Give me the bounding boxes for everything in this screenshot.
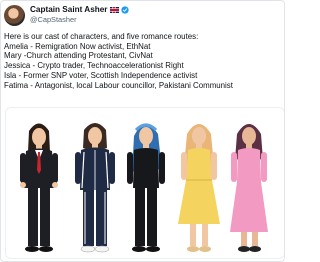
character-jessica	[127, 123, 165, 252]
character-fatima	[230, 124, 268, 252]
tweet-line: Fatima - Antagonist, local Labour counci…	[4, 80, 233, 90]
tweet-text: Here is our cast of characters, and five…	[4, 32, 284, 90]
tweet-line: Jessica - Crypto trader, Technoaccelerat…	[4, 61, 184, 71]
tweet-line: Amelia - Remigration Now activist, EthNa…	[4, 41, 151, 51]
tweet-line: Isla - Former SNP voter, Scottish Indepe…	[4, 70, 198, 80]
character-isla	[178, 124, 220, 252]
verified-badge-icon	[120, 6, 129, 14]
author-handle[interactable]: @CapStasher	[30, 15, 129, 25]
author-display-name[interactable]: Captain Saint Asher	[30, 5, 108, 15]
tweet-header: Captain Saint Asher @CapStasher	[4, 4, 129, 26]
character-amelia	[20, 123, 58, 252]
avatar[interactable]	[4, 4, 25, 26]
character-lineup-illustration	[20, 123, 268, 253]
character-mary	[75, 123, 115, 253]
name-row: Captain Saint Asher	[30, 5, 129, 15]
author-block: Captain Saint Asher @CapStasher	[30, 5, 129, 25]
tweet-line: Mary -Church attending Protestant, CivNa…	[4, 51, 153, 61]
tweet-card[interactable]: Captain Saint Asher @CapStasher Here is …	[0, 0, 285, 262]
tweet-image[interactable]	[5, 107, 284, 259]
tweet-line: Here is our cast of characters, and five…	[4, 32, 199, 41]
uk-flag-icon	[109, 7, 119, 13]
